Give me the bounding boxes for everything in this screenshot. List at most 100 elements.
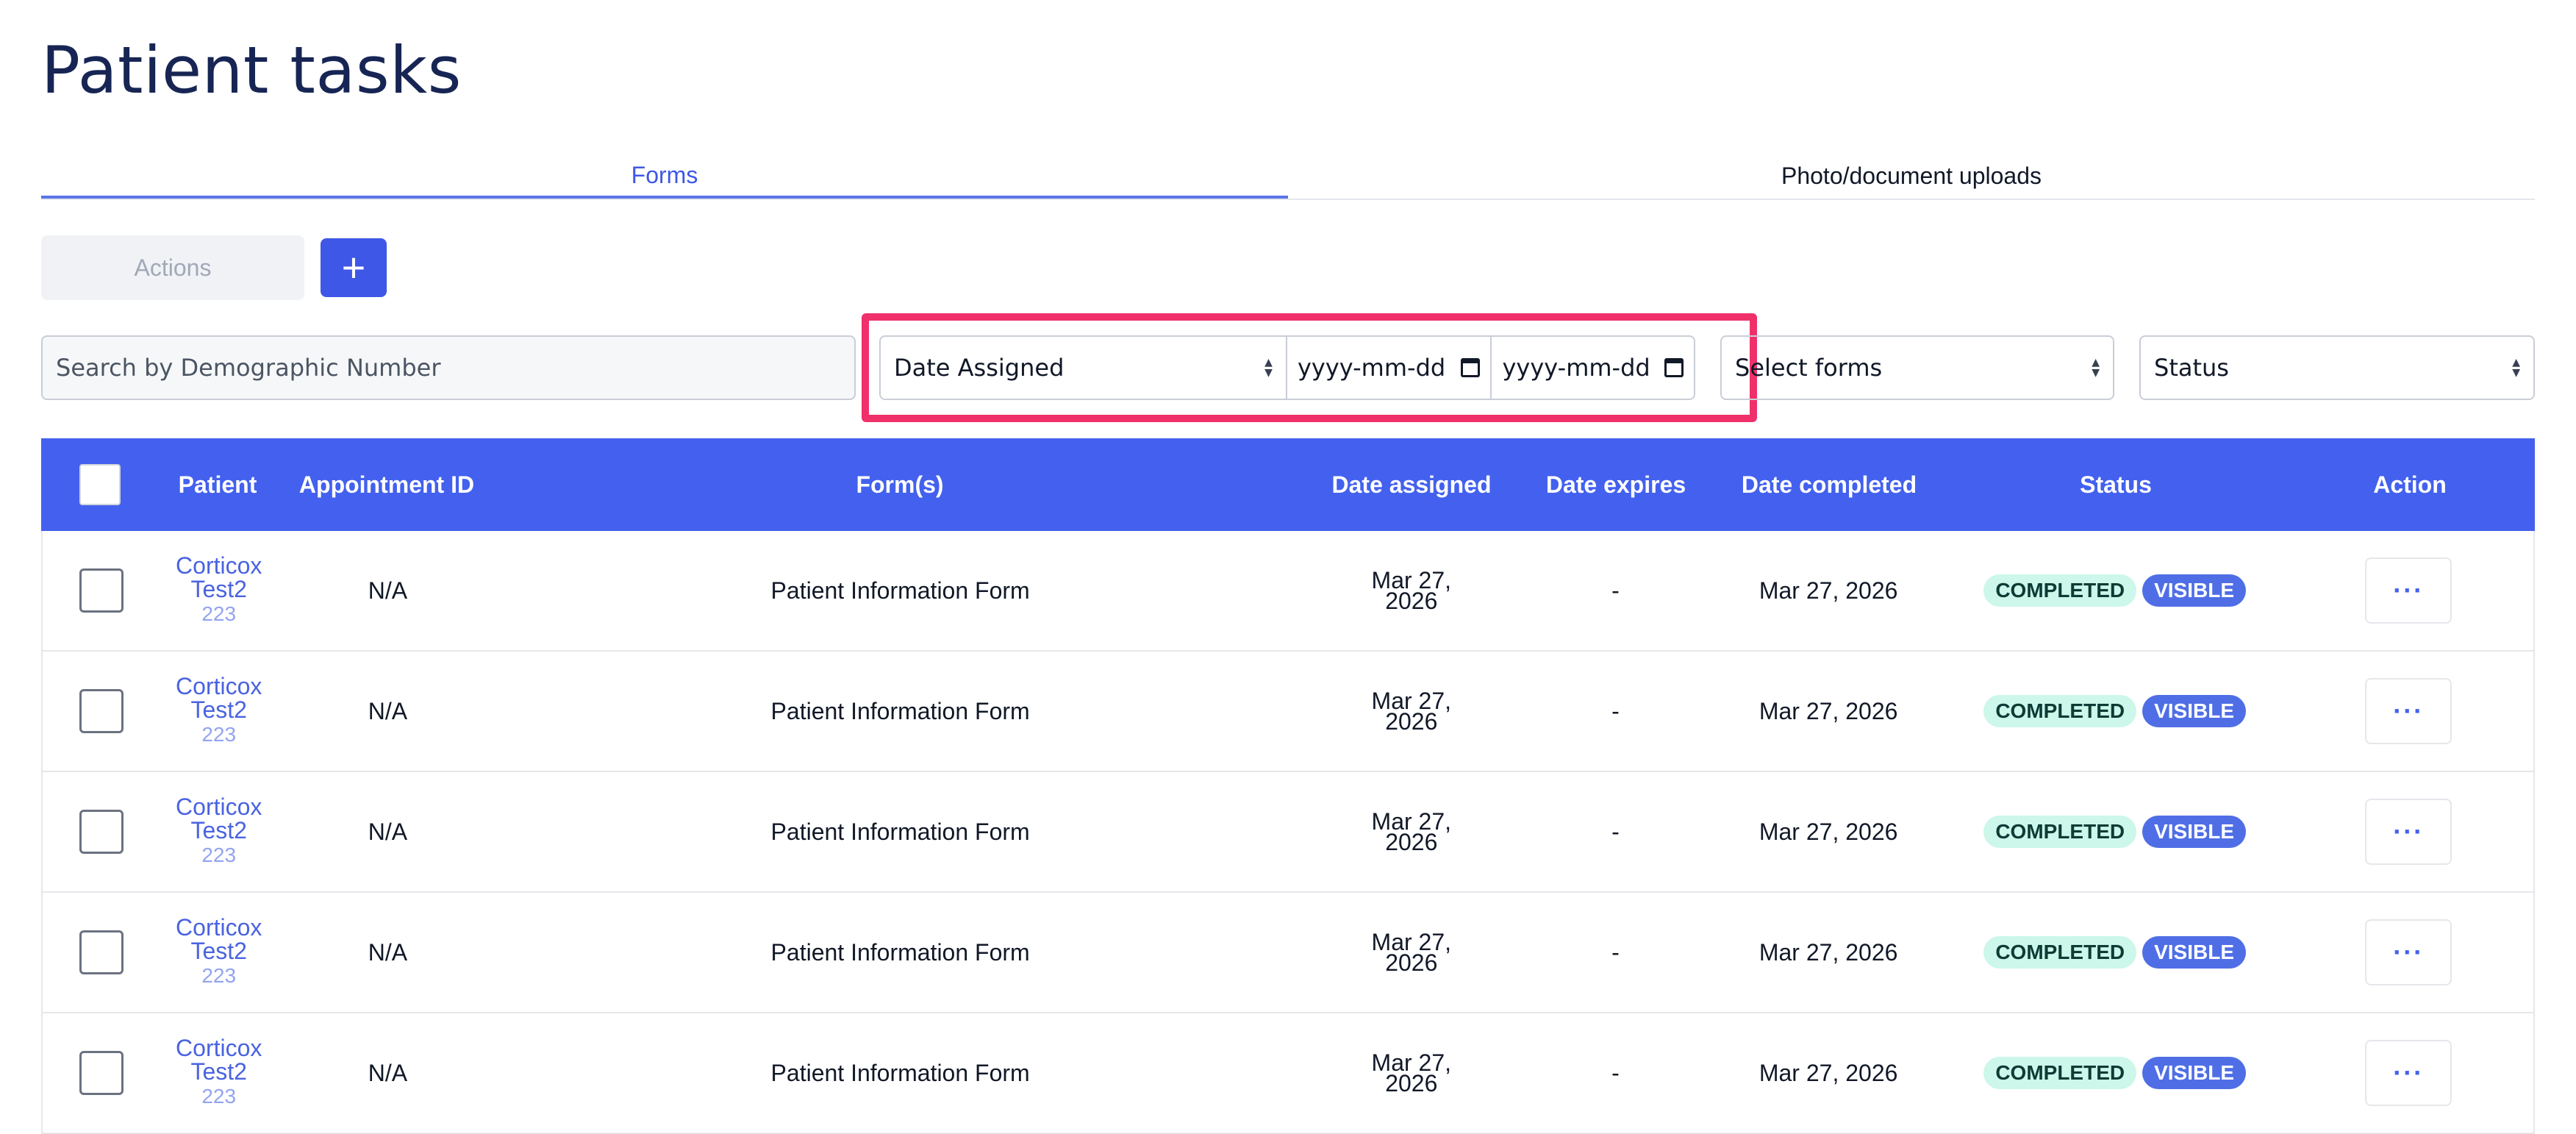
header-checkbox-cell — [41, 464, 159, 505]
patient-first-name[interactable]: Corticox — [160, 916, 278, 939]
more-actions-button[interactable]: ··· — [2365, 1040, 2452, 1106]
visibility-badge: VISIBLE — [2142, 816, 2247, 848]
date-assigned-line2: 2026 — [1385, 588, 1438, 614]
sort-caret-icon: ▲ ▼ — [2092, 357, 2100, 379]
appointment-id-cell: N/A — [368, 577, 408, 604]
date-assigned-cell: Mar 27, 2026 — [1303, 689, 1520, 735]
date-completed-cell: Mar 27, 2026 — [1759, 697, 1898, 724]
action-cell: ··· — [2283, 557, 2533, 624]
patient-last-name[interactable]: Test2 — [160, 819, 278, 842]
table-row[interactable]: Corticox Test2 223 N/A Patient Informati… — [41, 893, 2535, 1013]
row-checkbox[interactable] — [79, 810, 124, 854]
appointment-id-cell: N/A — [368, 1059, 408, 1086]
tab-forms[interactable]: Forms — [41, 154, 1288, 199]
date-assigned-line2: 2026 — [1385, 949, 1438, 976]
patient-cell[interactable]: Corticox Test2 223 — [160, 1036, 278, 1110]
header-status[interactable]: Status — [1947, 473, 2285, 496]
date-expires-cell: - — [1611, 697, 1620, 724]
ellipsis-icon: ··· — [2393, 816, 2425, 846]
sort-caret-icon: ▲ ▼ — [2512, 357, 2520, 379]
table-row[interactable]: Corticox Test2 223 N/A Patient Informati… — [41, 772, 2535, 893]
ellipsis-icon: ··· — [2393, 696, 2425, 726]
patient-id: 223 — [201, 1085, 237, 1108]
action-cell: ··· — [2283, 1040, 2533, 1106]
date-expires-cell: - — [1611, 577, 1620, 604]
status-cell: COMPLETED VISIBLE — [1946, 936, 2283, 969]
table-row[interactable]: Corticox Test2 223 N/A Patient Informati… — [41, 652, 2535, 772]
appointment-id-cell: N/A — [368, 697, 408, 724]
patient-cell[interactable]: Corticox Test2 223 — [160, 916, 278, 989]
calendar-icon[interactable] — [1664, 358, 1684, 377]
header-date-assigned[interactable]: Date assigned — [1303, 473, 1520, 496]
status-cell: COMPLETED VISIBLE — [1946, 1057, 2283, 1089]
row-checkbox-cell — [43, 568, 160, 613]
header-date-completed[interactable]: Date completed — [1711, 473, 1947, 496]
visibility-badge: VISIBLE — [2142, 936, 2247, 969]
date-assigned-cell: Mar 27, 2026 — [1303, 568, 1520, 614]
plus-icon: + — [341, 244, 366, 290]
header-patient[interactable]: Patient — [159, 473, 276, 496]
row-checkbox-cell — [43, 1051, 160, 1095]
date-to-placeholder: yyyy-mm-dd — [1502, 354, 1650, 382]
visibility-badge: VISIBLE — [2142, 695, 2247, 727]
add-button[interactable]: + — [321, 238, 387, 297]
ellipsis-icon: ··· — [2393, 937, 2425, 967]
actions-button[interactable]: Actions — [41, 235, 304, 300]
patient-cell[interactable]: Corticox Test2 223 — [160, 674, 278, 748]
header-appointment-id[interactable]: Appointment ID — [276, 473, 497, 496]
row-checkbox[interactable] — [79, 568, 124, 613]
date-type-select[interactable]: Date Assigned ▲ ▼ — [881, 337, 1287, 399]
row-checkbox[interactable] — [79, 1051, 124, 1095]
date-from-input[interactable]: yyyy-mm-dd — [1287, 337, 1491, 399]
appointment-id-cell: N/A — [368, 938, 408, 966]
status-badge: COMPLETED — [1983, 936, 2137, 969]
date-from-placeholder: yyyy-mm-dd — [1297, 354, 1446, 382]
status-badge: COMPLETED — [1983, 1057, 2137, 1089]
date-completed-cell: Mar 27, 2026 — [1759, 1059, 1898, 1086]
status-select[interactable]: Status ▲ ▼ — [2139, 335, 2535, 400]
tab-photo-document-uploads[interactable]: Photo/document uploads — [1288, 154, 2535, 197]
action-cell: ··· — [2283, 919, 2533, 985]
table-body: Corticox Test2 223 N/A Patient Informati… — [41, 531, 2535, 1134]
patient-last-name[interactable]: Test2 — [160, 939, 278, 963]
visibility-badge: VISIBLE — [2142, 1057, 2247, 1089]
tasks-table: Patient Appointment ID Form(s) Date assi… — [41, 438, 2535, 1134]
more-actions-button[interactable]: ··· — [2365, 799, 2452, 865]
patient-first-name[interactable]: Corticox — [160, 554, 278, 577]
row-checkbox[interactable] — [79, 930, 124, 974]
patient-last-name[interactable]: Test2 — [160, 577, 278, 601]
header-date-expires[interactable]: Date expires — [1520, 473, 1711, 496]
header-forms[interactable]: Form(s) — [497, 473, 1303, 496]
status-badge: COMPLETED — [1983, 816, 2137, 848]
patient-cell[interactable]: Corticox Test2 223 — [160, 554, 278, 627]
more-actions-button[interactable]: ··· — [2365, 919, 2452, 985]
date-assigned-cell: Mar 27, 2026 — [1303, 1051, 1520, 1096]
visibility-badge: VISIBLE — [2142, 574, 2247, 607]
patient-cell[interactable]: Corticox Test2 223 — [160, 795, 278, 869]
patient-last-name[interactable]: Test2 — [160, 1060, 278, 1083]
ellipsis-icon: ··· — [2393, 575, 2425, 605]
date-assigned-line2: 2026 — [1385, 1070, 1438, 1096]
more-actions-button[interactable]: ··· — [2365, 557, 2452, 624]
table-header: Patient Appointment ID Form(s) Date assi… — [41, 438, 2535, 531]
date-assigned-line2: 2026 — [1385, 829, 1438, 855]
action-cell: ··· — [2283, 678, 2533, 744]
patient-tasks-page: Patient tasks Forms Photo/document uploa… — [0, 0, 2576, 1134]
table-row[interactable]: Corticox Test2 223 N/A Patient Informati… — [41, 531, 2535, 652]
select-all-checkbox[interactable] — [79, 464, 121, 505]
forms-select[interactable]: Select forms ▲ ▼ — [1720, 335, 2114, 400]
patient-last-name[interactable]: Test2 — [160, 698, 278, 721]
patient-first-name[interactable]: Corticox — [160, 795, 278, 819]
patient-first-name[interactable]: Corticox — [160, 674, 278, 698]
form-name-cell: Patient Information Form — [770, 697, 1030, 724]
date-type-value: Date Assigned — [894, 354, 1065, 382]
row-checkbox[interactable] — [79, 689, 124, 733]
table-row[interactable]: Corticox Test2 223 N/A Patient Informati… — [41, 1013, 2535, 1134]
date-assigned-line2: 2026 — [1385, 708, 1438, 735]
search-input[interactable] — [41, 335, 856, 400]
page-title: Patient tasks — [41, 32, 462, 108]
more-actions-button[interactable]: ··· — [2365, 678, 2452, 744]
date-to-input[interactable]: yyyy-mm-dd — [1490, 337, 1694, 399]
calendar-icon[interactable] — [1461, 358, 1481, 377]
patient-first-name[interactable]: Corticox — [160, 1036, 278, 1060]
